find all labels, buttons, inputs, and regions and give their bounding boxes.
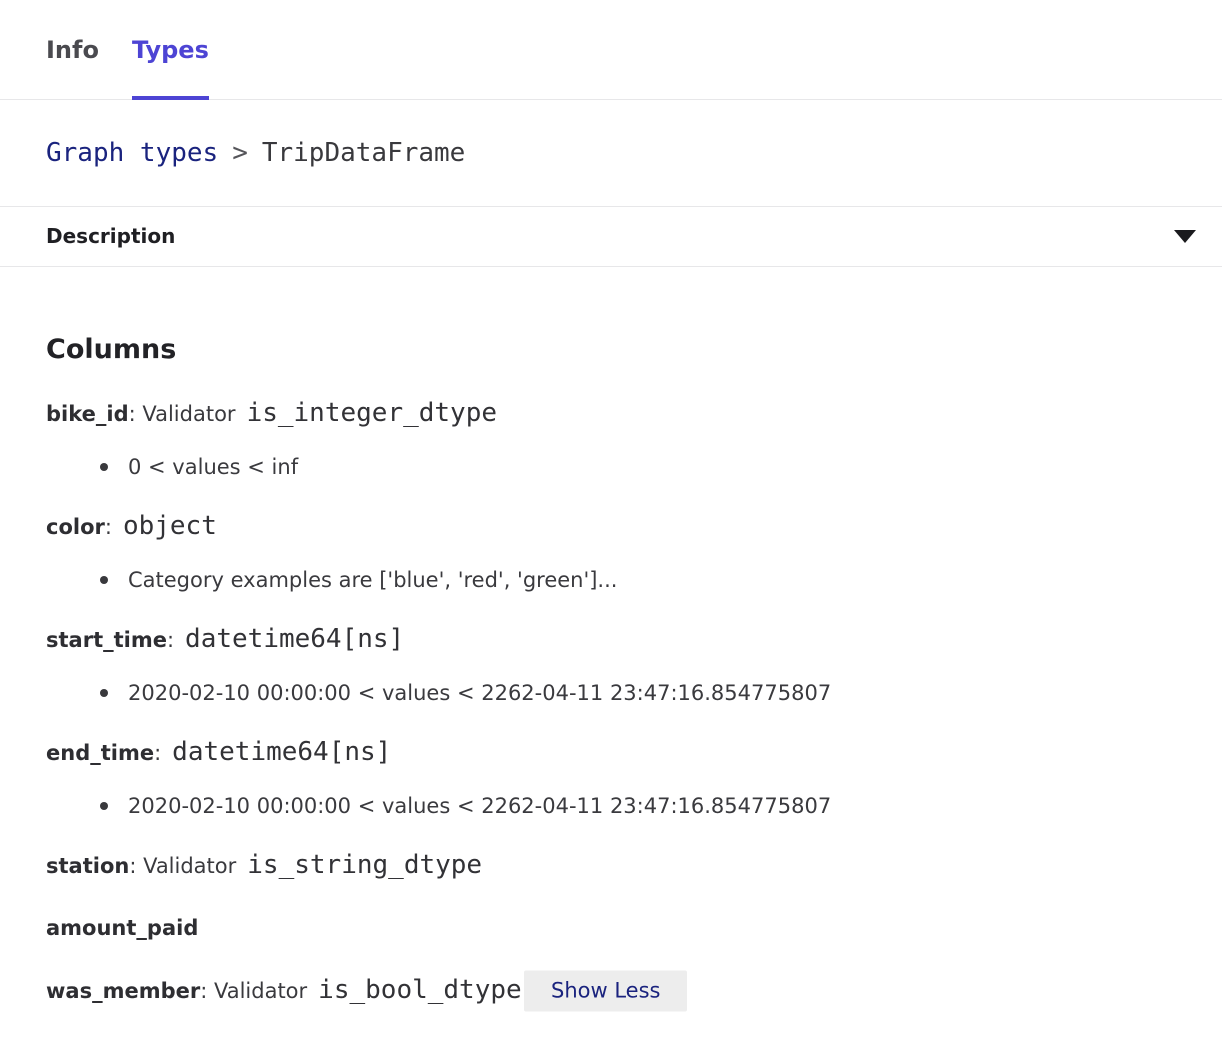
bullet-dot xyxy=(100,576,108,584)
constraint-bullet: 2020-02-10 00:00:00 < values < 2262-04-1… xyxy=(100,792,1176,820)
constraint-text: Category examples are ['blue', 'red', 'g… xyxy=(128,566,617,594)
columns-heading: Columns xyxy=(46,331,1176,368)
breadcrumb: Graph types > TripDataFrame xyxy=(0,100,1222,207)
constraint-bullet: 0 < values < inf xyxy=(100,453,1176,481)
column-dtype-code: is_string_dtype xyxy=(247,848,482,882)
constraint-text: 2020-02-10 00:00:00 < values < 2262-04-1… xyxy=(128,679,831,707)
column-validator-text: : xyxy=(154,736,161,770)
bullet-dot xyxy=(100,463,108,471)
column-name: end_time xyxy=(46,736,154,770)
tab-info[interactable]: Info xyxy=(46,0,99,99)
tab-bar: Info Types xyxy=(0,0,1222,100)
column-validator-text: : Validator xyxy=(129,397,236,431)
description-accordion[interactable]: Description xyxy=(0,207,1222,267)
column-entry-line: end_time: datetime64[ns] xyxy=(46,735,1176,770)
column-name: bike_id xyxy=(46,397,129,431)
column-entry-line: station: Validator is_string_dtype xyxy=(46,848,1176,883)
columns-section: Columns bike_id: Validatoris_integer_dty… xyxy=(0,331,1222,1028)
column-entry-line: amount_paid xyxy=(46,911,1176,945)
column-name: amount_paid xyxy=(46,911,198,945)
tab-types[interactable]: Types xyxy=(132,0,209,99)
column-name: station xyxy=(46,849,129,883)
constraint-bullet: 2020-02-10 00:00:00 < values < 2262-04-1… xyxy=(100,679,1176,707)
bullet-dot xyxy=(100,802,108,810)
column-entry: bike_id: Validator is_integer_dtype 0 < va… xyxy=(46,396,1176,481)
column-validator-text: : xyxy=(105,510,112,544)
column-entry: color: object Category examples are ['blue… xyxy=(46,509,1176,594)
column-entry-list: bike_id: Validatoris_integer_dtype0 < va… xyxy=(46,396,1176,1008)
column-entry: start_time: datetime64[ns] 2020-02-10 00:0… xyxy=(46,622,1176,707)
column-entry: end_time: datetime64[ns] 2020-02-10 00:00:… xyxy=(46,735,1176,820)
column-validator-text: : xyxy=(167,623,174,657)
column-entry-line: was_member: Validator is_bool_dtypeShow L… xyxy=(46,973,1176,1008)
triangle-down-icon[interactable] xyxy=(1174,230,1196,243)
column-entry: station: Validator is_string_dtype xyxy=(46,848,1176,883)
constraint-text: 0 < values < inf xyxy=(128,453,298,481)
constraint-bullet: Category examples are ['blue', 'red', 'g… xyxy=(100,566,1176,594)
description-title: Description xyxy=(46,223,175,250)
column-entry-line: bike_id: Validator is_integer_dtype xyxy=(46,396,1176,431)
column-dtype-code: is_integer_dtype xyxy=(247,396,497,430)
column-entry-line: start_time: datetime64[ns] xyxy=(46,622,1176,657)
breadcrumb-link-graph-types[interactable]: Graph types xyxy=(46,138,218,168)
column-dtype-code: datetime64[ns] xyxy=(185,622,404,656)
column-entry: amount_paid xyxy=(46,911,1176,945)
breadcrumb-current-page: TripDataFrame xyxy=(262,138,466,168)
constraint-text: 2020-02-10 00:00:00 < values < 2262-04-1… xyxy=(128,792,831,820)
column-dtype-code: is_bool_dtype xyxy=(318,973,522,1007)
column-validator-text: : Validator xyxy=(129,849,236,883)
show-less-button[interactable]: Show Less xyxy=(524,970,687,1011)
column-name: color xyxy=(46,510,105,544)
breadcrumb-separator: > xyxy=(232,138,248,168)
column-validator-text: : Validator xyxy=(200,974,307,1008)
column-name: start_time xyxy=(46,623,167,657)
column-entry-line: color: object xyxy=(46,509,1176,544)
column-dtype-code: datetime64[ns] xyxy=(172,735,391,769)
bullet-dot xyxy=(100,689,108,697)
column-entry: was_member: Validator is_bool_dtypeShow L… xyxy=(46,973,1176,1008)
column-dtype-code: object xyxy=(123,509,217,543)
column-name: was_member xyxy=(46,974,200,1008)
